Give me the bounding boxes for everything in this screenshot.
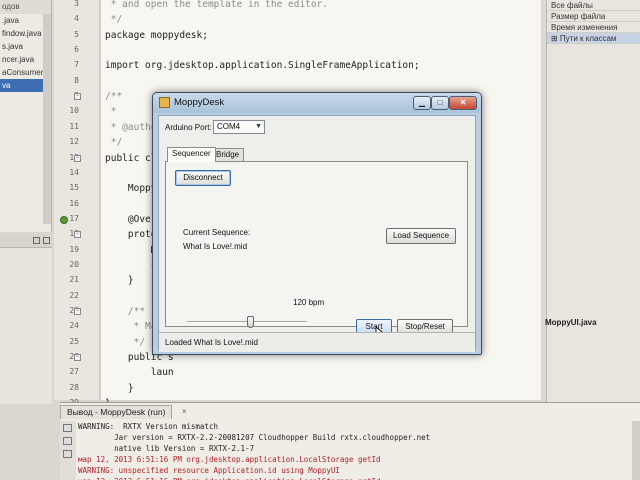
tab-bridge[interactable]: Bridge xyxy=(211,148,245,162)
chevron-down-icon: ▼ xyxy=(255,123,262,130)
line-number: 28 xyxy=(69,382,79,392)
code-line: import org.jdesktop.application.SingleFr… xyxy=(105,60,420,72)
code-line: */ xyxy=(105,336,146,348)
line-number: 8 xyxy=(74,75,79,85)
fold-toggle-icon[interactable]: − xyxy=(74,354,81,362)
line-number: 3 xyxy=(74,0,79,8)
output-line: Jar version = RXTX-2.2-20081207 Cloudhop… xyxy=(78,433,431,442)
minimize-panel-icon[interactable] xyxy=(33,237,40,244)
code-line: /** xyxy=(105,306,146,317)
line-number: 12 xyxy=(69,137,79,147)
property-row[interactable]: ⊞ Пути к классам xyxy=(547,33,640,44)
output-line: мар 12, 2013 6:51:16 PM org.jdesktop.app… xyxy=(78,476,638,480)
maximize-button[interactable]: □ xyxy=(431,96,449,110)
output-line: native lib Version = RXTX-2.1-7 xyxy=(78,444,255,453)
moppydesk-window: MoppyDesk ▁ □ ✕ Arduino Port: COM4 ▼ Seq… xyxy=(152,92,482,355)
code-line: } xyxy=(105,275,134,287)
line-number: 6 xyxy=(74,45,79,55)
line-number: 14 xyxy=(69,167,79,177)
arduino-port-label: Arduino Port: xyxy=(165,123,212,132)
close-button[interactable]: ✕ xyxy=(449,96,477,110)
line-number: 22 xyxy=(69,290,79,300)
output-log: WARNING: RXTX Version mismatch Jar versi… xyxy=(78,421,638,480)
property-row[interactable]: Размер файла xyxy=(547,11,640,22)
app-icon xyxy=(159,97,170,108)
clear-output-icon[interactable] xyxy=(63,450,72,458)
current-sequence-value: What Is Love!.mid xyxy=(183,242,248,251)
line-number: 16 xyxy=(69,198,79,208)
code-line: */ xyxy=(105,14,123,26)
output-line: WARNING: unspecified resource Applicatio… xyxy=(78,466,340,475)
output-line: мар 12, 2013 6:51:16 PM org.jdesktop.app… xyxy=(78,455,381,464)
property-row[interactable]: Все файлы xyxy=(547,0,640,11)
status-text: Loaded What Is Love!.mid xyxy=(165,338,258,347)
line-number: 7 xyxy=(74,60,79,70)
load-sequence-button[interactable]: Load Sequence xyxy=(386,228,456,244)
line-number: 5 xyxy=(74,29,79,39)
navigator-file-name: MoppyUI.java xyxy=(545,318,597,327)
rerun-icon[interactable] xyxy=(63,424,72,432)
line-number: 24 xyxy=(69,321,79,331)
output-tab[interactable]: Вывод - MoppyDesk (run) xyxy=(60,405,173,419)
status-bar: Loaded What Is Love!.mid xyxy=(159,332,475,352)
arduino-port-select[interactable]: COM4 ▼ xyxy=(213,120,265,134)
code-line: /** xyxy=(105,91,123,103)
code-line: */ xyxy=(105,137,123,149)
line-number: 21 xyxy=(69,275,79,285)
arduino-port-value: COM4 xyxy=(217,122,241,131)
code-line: package moppydesk; xyxy=(105,29,208,41)
fold-toggle-icon[interactable]: − xyxy=(74,231,81,239)
line-number: 15 xyxy=(69,183,79,193)
window-title: MoppyDesk xyxy=(174,97,225,108)
fold-toggle-icon[interactable]: − xyxy=(74,93,81,101)
tempo-slider-handle[interactable] xyxy=(247,316,255,328)
disconnect-button[interactable]: Disconnect xyxy=(175,170,231,186)
projects-scrollbar[interactable] xyxy=(43,14,51,224)
projects-panel: одов .java findow.java s.java ncer.java aCon… xyxy=(0,0,52,232)
override-marker-icon[interactable] xyxy=(60,215,68,224)
current-sequence-label: Current Sequence: xyxy=(183,228,251,237)
navigator-panel xyxy=(0,234,52,404)
stop-run-icon[interactable] xyxy=(63,437,72,445)
output-panel: Вывод - MoppyDesk (run) × WARNING: RXTX … xyxy=(60,402,640,480)
output-toolbar xyxy=(60,421,76,480)
line-number: 4 xyxy=(74,14,79,24)
code-line: * and open the template in the editor. xyxy=(105,0,329,10)
output-tab-close-icon[interactable]: × xyxy=(182,407,187,416)
line-number: 17 xyxy=(69,213,79,223)
tempo-label: 120 bpm xyxy=(293,298,325,307)
line-number: 25 xyxy=(69,336,79,346)
editor-gutter: 3456789101112131415161718192021222324252… xyxy=(54,0,100,407)
code-line: } xyxy=(105,382,134,394)
title-bar[interactable]: MoppyDesk ▁ □ ✕ xyxy=(153,93,481,113)
property-row[interactable]: Время изменения xyxy=(547,22,640,33)
fold-toggle-icon[interactable]: − xyxy=(74,308,81,315)
line-number: 19 xyxy=(69,244,79,254)
maximize-panel-icon[interactable] xyxy=(43,237,50,244)
window-content: Arduino Port: COM4 ▼ Sequencer Bridge Di… xyxy=(158,115,476,352)
line-number: 10 xyxy=(69,106,79,116)
minimize-button[interactable]: ▁ xyxy=(413,96,431,110)
output-scrollbar[interactable] xyxy=(632,421,640,480)
line-number: 20 xyxy=(69,259,79,269)
tab-sequencer[interactable]: Sequencer xyxy=(167,147,216,162)
projects-panel-header: одов xyxy=(0,0,51,14)
line-number: 27 xyxy=(69,367,79,377)
file-properties-panel: Все файлы Размер файла Время изменения ⊞ Пу… xyxy=(546,0,640,405)
line-number: 11 xyxy=(69,121,79,131)
code-line: laun xyxy=(105,367,174,379)
fold-toggle-icon[interactable]: − xyxy=(74,154,81,162)
code-line: * xyxy=(105,106,117,118)
output-line: WARNING: RXTX Version mismatch xyxy=(78,422,218,431)
